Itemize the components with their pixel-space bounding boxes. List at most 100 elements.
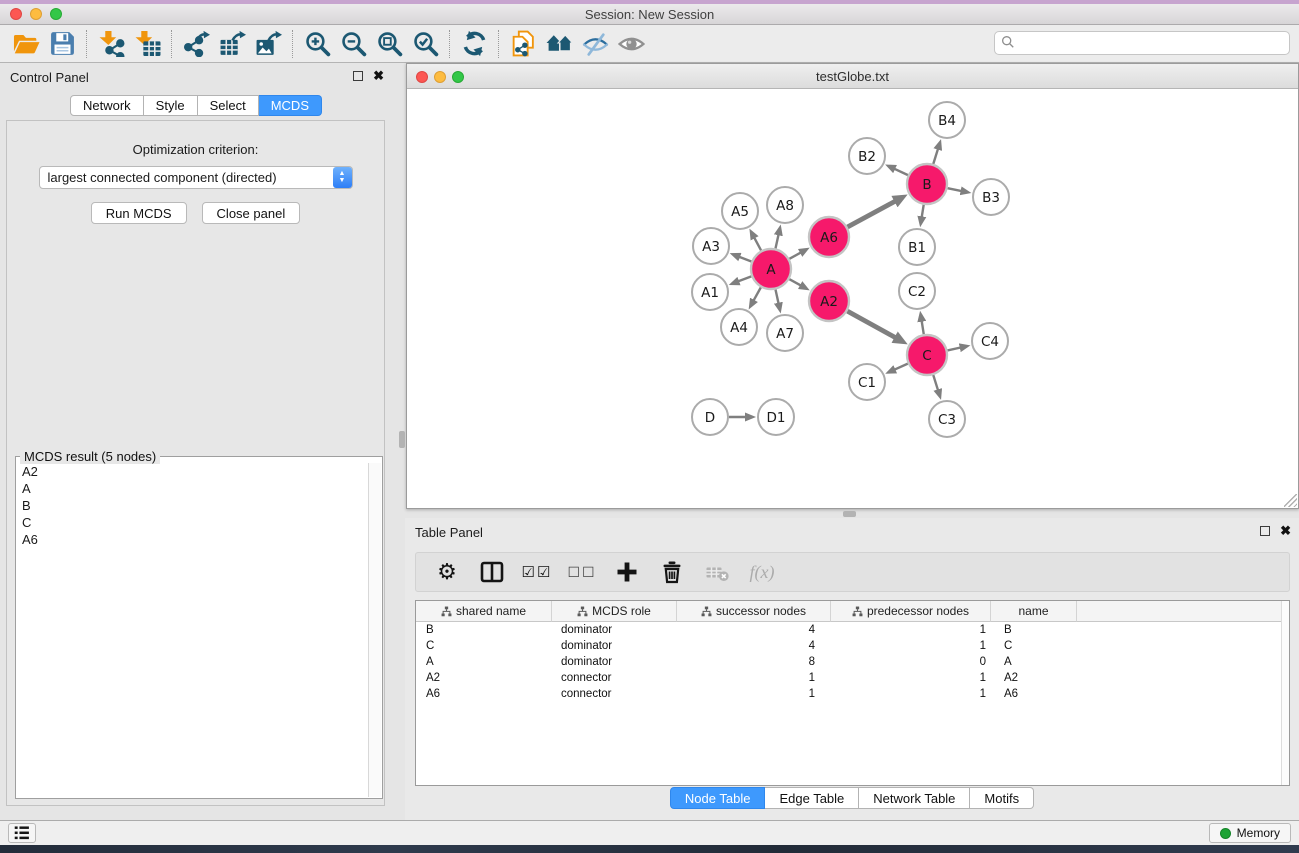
cell-shared-name[interactable]: A2 <box>416 670 552 686</box>
gear-button[interactable]: ⚙ <box>432 558 462 586</box>
cell-shared-name[interactable]: C <box>416 638 552 654</box>
edge-B-B3[interactable] <box>948 188 962 191</box>
first-neighbors-button[interactable] <box>541 28 577 60</box>
mcds-result-item[interactable]: B <box>17 497 368 514</box>
column-header-predecessor-nodes[interactable]: predecessor nodes <box>831 601 991 622</box>
table-row[interactable]: Cdominator41C <box>416 638 1289 654</box>
edge-A-A4[interactable] <box>753 287 760 300</box>
zoom-in-button[interactable] <box>299 28 335 60</box>
float-panel-icon[interactable] <box>353 71 363 81</box>
add-column-button[interactable] <box>612 558 642 586</box>
mcds-result-item[interactable]: A <box>17 480 368 497</box>
cell-predecessor-nodes[interactable]: 1 <box>831 686 991 702</box>
cell-predecessor-nodes[interactable]: 1 <box>831 638 991 654</box>
optimization-criterion-dropdown[interactable]: largest connected component (directed) ▲… <box>39 166 353 189</box>
cell-successor-nodes[interactable]: 8 <box>677 654 831 670</box>
table-row[interactable]: Adominator80A <box>416 654 1289 670</box>
column-header-name[interactable]: name <box>991 601 1077 622</box>
tab-edge-table[interactable]: Edge Table <box>765 787 859 809</box>
tab-select[interactable]: Select <box>198 95 259 116</box>
edge-C-C2[interactable] <box>922 321 924 335</box>
edge-A-A3[interactable] <box>739 257 751 262</box>
export-table-button[interactable] <box>214 28 250 60</box>
table-row[interactable]: A6connector11A6 <box>416 686 1289 702</box>
mcds-result-item[interactable]: A2 <box>17 463 368 480</box>
cell-predecessor-nodes[interactable]: 0 <box>831 654 991 670</box>
split-columns-button[interactable] <box>477 558 507 586</box>
cell-shared-name[interactable]: B <box>416 622 552 638</box>
task-history-button[interactable] <box>8 823 36 843</box>
edge-A-A1[interactable] <box>738 276 751 281</box>
export-image-button[interactable] <box>250 28 286 60</box>
cell-predecessor-nodes[interactable]: 1 <box>831 670 991 686</box>
tab-mcds[interactable]: MCDS <box>259 95 322 116</box>
zoom-selected-button[interactable] <box>407 28 443 60</box>
tab-network-table[interactable]: Network Table <box>859 787 970 809</box>
cell-predecessor-nodes[interactable]: 1 <box>831 622 991 638</box>
float-table-panel-icon[interactable] <box>1260 526 1270 536</box>
edge-B-B2[interactable] <box>894 169 908 175</box>
import-network-button[interactable] <box>93 28 129 60</box>
hide-selected-button[interactable] <box>577 28 613 60</box>
edge-A-A6[interactable] <box>789 252 801 258</box>
delete-columns-button[interactable] <box>657 558 687 586</box>
edge-A6-B[interactable] <box>847 201 895 227</box>
tab-node-table[interactable]: Node Table <box>670 787 766 809</box>
network-window-titlebar[interactable]: testGlobe.txt <box>407 64 1298 89</box>
cell-shared-name[interactable]: A6 <box>416 686 552 702</box>
mcds-result-item[interactable]: A6 <box>17 531 368 548</box>
refresh-layout-button[interactable] <box>456 28 492 60</box>
cell-MCDS-role[interactable]: connector <box>552 670 677 686</box>
edge-B-B4[interactable] <box>933 149 938 164</box>
cell-MCDS-role[interactable]: connector <box>552 686 677 702</box>
close-panel-button[interactable]: Close panel <box>202 202 301 224</box>
cell-MCDS-role[interactable]: dominator <box>552 622 677 638</box>
zoom-out-button[interactable] <box>335 28 371 60</box>
close-table-panel-icon[interactable]: ✖ <box>1280 525 1291 536</box>
cell-successor-nodes[interactable]: 4 <box>677 622 831 638</box>
cell-name[interactable]: A2 <box>991 670 1077 686</box>
select-all-checkboxes-button[interactable]: ☑☑ <box>522 558 552 586</box>
table-row[interactable]: Bdominator41B <box>416 622 1289 638</box>
window-resize-grip[interactable] <box>1284 494 1297 507</box>
network-canvas[interactable]: B4B2BB3A8A5A6A3B1AC2A1A2A4A7C4CC1DD1C3 <box>407 89 1298 508</box>
open-file-button[interactable] <box>8 28 44 60</box>
edge-B-B1[interactable] <box>922 205 924 218</box>
cell-name[interactable]: B <box>991 622 1077 638</box>
column-header-shared-name[interactable]: shared name <box>416 601 552 622</box>
cell-shared-name[interactable]: A <box>416 654 552 670</box>
tab-motifs[interactable]: Motifs <box>970 787 1034 809</box>
import-table-button[interactable] <box>129 28 165 60</box>
table-row[interactable]: A2connector11A2 <box>416 670 1289 686</box>
edge-A-A7[interactable] <box>775 290 778 304</box>
edge-C-C3[interactable] <box>933 375 938 390</box>
cell-name[interactable]: A <box>991 654 1077 670</box>
duplicate-network-button[interactable] <box>505 28 541 60</box>
close-panel-icon[interactable]: ✖ <box>373 70 384 81</box>
cell-successor-nodes[interactable]: 1 <box>677 686 831 702</box>
edge-A2-C[interactable] <box>847 311 895 337</box>
save-session-button[interactable] <box>44 28 80 60</box>
table-scrollbar[interactable] <box>1281 601 1289 785</box>
edge-A-A5[interactable] <box>754 237 761 250</box>
cell-name[interactable]: C <box>991 638 1077 654</box>
cell-MCDS-role[interactable]: dominator <box>552 638 677 654</box>
memory-button[interactable]: Memory <box>1209 823 1291 843</box>
zoom-fit-button[interactable] <box>371 28 407 60</box>
show-all-button[interactable] <box>613 28 649 60</box>
tab-style[interactable]: Style <box>144 95 198 116</box>
edge-C-C4[interactable] <box>947 348 960 351</box>
cell-name[interactable]: A6 <box>991 686 1077 702</box>
edge-C-C1[interactable] <box>894 364 907 370</box>
column-header-MCDS-role[interactable]: MCDS role <box>552 601 677 622</box>
horizontal-splitter-handle[interactable] <box>843 511 856 517</box>
vertical-splitter-handle[interactable] <box>399 431 405 448</box>
search-box[interactable] <box>994 31 1290 55</box>
column-header-successor-nodes[interactable]: successor nodes <box>677 601 831 622</box>
search-input[interactable] <box>1015 33 1289 53</box>
run-mcds-button[interactable]: Run MCDS <box>91 202 187 224</box>
deselect-all-checkboxes-button[interactable]: ☐☐ <box>567 558 597 586</box>
cell-MCDS-role[interactable]: dominator <box>552 654 677 670</box>
result-list-scrollbar[interactable] <box>368 463 381 797</box>
mcds-result-item[interactable]: C <box>17 514 368 531</box>
